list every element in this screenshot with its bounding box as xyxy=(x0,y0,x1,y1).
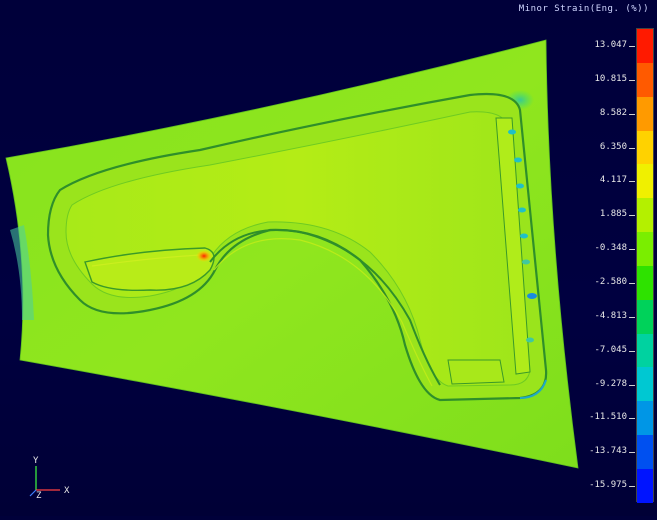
x-axis-label: X xyxy=(64,486,70,496)
legend-value-label: -13.743 xyxy=(589,446,627,457)
legend-tick xyxy=(629,486,635,488)
legend-swatch xyxy=(637,130,653,165)
legend-value-label: 6.350 xyxy=(599,141,627,152)
legend-swatch xyxy=(637,62,653,97)
legend-tick xyxy=(629,45,635,47)
3d-viewport[interactable]: Y X Z xyxy=(0,0,657,516)
legend-value-label: -7.045 xyxy=(594,344,627,355)
legend-tick xyxy=(629,350,635,352)
legend-swatch xyxy=(637,401,653,436)
legend-swatch xyxy=(637,367,653,402)
legend-tick xyxy=(629,215,635,217)
legend-tick xyxy=(629,181,635,183)
legend-title: Minor Strain(Eng. (%)) xyxy=(518,4,649,14)
bottom-pocket xyxy=(447,359,505,385)
legend-value-label: 8.582 xyxy=(599,107,627,118)
legend-value-label: 1.885 xyxy=(599,209,627,220)
legend-tick xyxy=(629,79,635,81)
z-axis-label: Z xyxy=(36,491,42,501)
legend-color-bar xyxy=(636,28,654,503)
legend-tick xyxy=(629,452,635,454)
legend-value-label: -9.278 xyxy=(594,378,627,389)
legend-swatch xyxy=(637,29,653,63)
legend-swatch xyxy=(637,96,653,131)
legend-tick xyxy=(629,316,635,318)
legend-value-label: -2.580 xyxy=(594,276,627,287)
legend-tick xyxy=(629,113,635,115)
legend-tick xyxy=(629,147,635,149)
legend-value-label: 4.117 xyxy=(599,175,627,186)
legend-value-label: -11.510 xyxy=(589,412,627,423)
legend-swatch xyxy=(637,198,653,233)
legend-swatch xyxy=(637,299,653,334)
legend-swatch xyxy=(637,468,653,503)
legend-value-label: 13.047 xyxy=(594,39,627,50)
legend-tick xyxy=(629,418,635,420)
legend-tick xyxy=(629,384,635,386)
legend-value-label: -15.975 xyxy=(589,480,627,491)
legend-swatch xyxy=(637,435,653,469)
y-axis-label: Y xyxy=(33,456,39,466)
legend-swatch xyxy=(637,232,653,266)
legend-tick xyxy=(629,249,635,251)
axis-triad: Y X Z xyxy=(29,456,70,501)
legend-swatch xyxy=(637,164,653,199)
strain-hotspot xyxy=(196,250,212,262)
legend-value-label: 10.815 xyxy=(594,73,627,84)
legend-swatch xyxy=(637,333,653,368)
legend-swatch xyxy=(637,265,653,300)
legend-value-label: -0.348 xyxy=(594,243,627,254)
legend-value-label: -4.813 xyxy=(594,310,627,321)
part-render xyxy=(5,39,579,469)
legend-tick xyxy=(629,282,635,284)
